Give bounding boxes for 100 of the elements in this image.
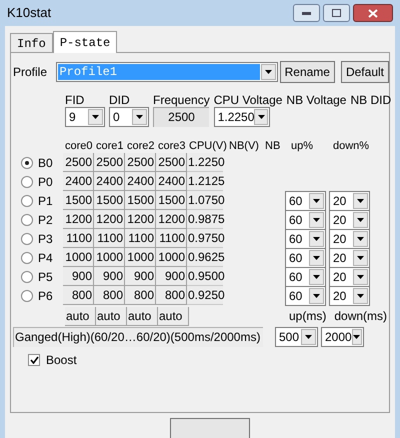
frequency-cell[interactable]: 800 (156, 286, 187, 305)
frequency-cell[interactable]: 2400 (125, 172, 156, 191)
down-dropdown[interactable]: 20 (329, 228, 370, 248)
voltage-cell: 0.9750 (187, 229, 223, 248)
state-radio[interactable] (21, 290, 33, 302)
tab[interactable]: Info (10, 33, 53, 52)
dropdown-arrow-icon (258, 115, 265, 119)
up-ms-dropdown[interactable]: 500 (275, 327, 318, 347)
default-button[interactable]: Default (340, 61, 389, 83)
down-dropdown[interactable]: 20 (329, 248, 370, 268)
frequency-cell[interactable]: 2500 (63, 153, 94, 172)
checkmark-icon (30, 356, 38, 364)
frequency-cell[interactable]: 1100 (94, 229, 125, 248)
state-radio[interactable] (21, 176, 33, 188)
dropdown-arrow-icon (313, 294, 320, 298)
frequency-cell[interactable]: 1200 (156, 210, 187, 229)
state-radio[interactable] (21, 156, 33, 168)
frequency-cell[interactable]: 1200 (63, 210, 94, 229)
column-header: up% (291, 139, 314, 153)
frequency-cell[interactable]: 900 (156, 267, 187, 286)
frequency-cell[interactable]: 2400 (156, 172, 187, 191)
timing-label: up(ms) (289, 308, 326, 325)
frequency-cell[interactable]: 1200 (125, 210, 156, 229)
frequency-cell[interactable]: 1500 (125, 191, 156, 210)
frequency-cell[interactable]: 2400 (94, 172, 125, 191)
dropdown-arrow-icon (313, 218, 320, 222)
frequency-cell[interactable]: 800 (94, 286, 125, 305)
dropdown-arrow-icon (357, 294, 364, 298)
voltage-cell: 1.2250 (187, 153, 223, 172)
frequency-cell[interactable]: 900 (63, 267, 94, 286)
state-label: P6 (37, 288, 54, 304)
dropdown-arrow-icon (357, 236, 364, 240)
down-dropdown[interactable]: 20 (329, 190, 370, 210)
frequency-cell[interactable]: 1500 (156, 191, 187, 210)
frequency-cell[interactable]: 1000 (63, 248, 94, 267)
auto-button[interactable]: auto (96, 306, 127, 326)
rename-button[interactable]: Rename (280, 61, 335, 83)
auto-button[interactable]: auto (127, 306, 158, 326)
column-header: core1 (96, 139, 125, 153)
column-header: core3 (158, 139, 187, 153)
window-title: K10stat (7, 4, 52, 22)
column-header: core2 (127, 139, 156, 153)
voltage-cell: 1.2125 (187, 172, 223, 191)
boost-checkbox[interactable] (28, 354, 40, 366)
frequency-cell[interactable]: 1000 (156, 248, 187, 267)
state-radio[interactable] (21, 252, 33, 264)
up-dropdown[interactable]: 60 (285, 228, 326, 248)
dialog-button[interactable] (170, 418, 250, 438)
frequency-cell[interactable]: 2500 (125, 153, 156, 172)
tab[interactable]: P-state (52, 31, 118, 53)
state-radio[interactable] (21, 194, 33, 206)
state-label: P1 (37, 192, 54, 210)
down-ms-dropdown[interactable]: 2000 (321, 327, 364, 347)
up-dropdown[interactable]: 60 (285, 266, 326, 286)
state-radio[interactable] (21, 270, 33, 282)
auto-button[interactable]: auto (158, 306, 189, 326)
down-dropdown[interactable]: 20 (329, 266, 370, 286)
voltage-cell: 0.9875 (187, 210, 223, 229)
frequency-cell[interactable]: 900 (94, 267, 125, 286)
down-dropdown[interactable]: 20 (329, 210, 370, 230)
frequency-cell[interactable]: 2500 (156, 153, 187, 172)
state-label: P4 (37, 250, 54, 266)
frequency-cell[interactable]: 1100 (125, 229, 156, 248)
value-dropdown[interactable]: 0 (109, 107, 149, 127)
frequency-cell[interactable]: 2400 (63, 172, 94, 191)
frequency-cell[interactable]: 800 (125, 286, 156, 305)
frequency-cell[interactable]: 800 (63, 286, 94, 305)
timing-label: down(ms) (334, 308, 388, 325)
frequency-cell[interactable]: 1500 (94, 191, 125, 210)
maximize-button[interactable] (323, 4, 350, 22)
state-label: P2 (37, 212, 54, 228)
up-dropdown[interactable]: 60 (285, 210, 326, 230)
frequency-cell[interactable]: 1500 (63, 191, 94, 210)
frequency-readout: 2500 (153, 107, 209, 127)
dropdown-arrow-icon (357, 274, 364, 278)
frequency-cell[interactable]: 1000 (125, 248, 156, 267)
up-dropdown[interactable]: 60 (285, 286, 326, 306)
frequency-cell[interactable]: 900 (125, 267, 156, 286)
state-label: B0 (37, 154, 54, 172)
state-radio[interactable] (21, 214, 33, 226)
up-dropdown[interactable]: 60 (285, 190, 326, 210)
frequency-cell[interactable]: 1100 (156, 229, 187, 248)
frequency-cell[interactable]: 1200 (94, 210, 125, 229)
state-label: P3 (37, 230, 54, 248)
column-header: NB(V) (229, 139, 260, 153)
minimize-button[interactable] (293, 4, 320, 22)
dropdown-arrow-icon (353, 335, 360, 339)
state-radio[interactable] (21, 232, 33, 244)
close-button[interactable] (353, 4, 393, 22)
maximize-icon (332, 9, 341, 17)
voltage-cell: 1.0750 (187, 191, 223, 210)
value-dropdown[interactable]: 9 (65, 107, 105, 127)
frequency-cell[interactable]: 1100 (63, 229, 94, 248)
auto-button[interactable]: auto (65, 306, 96, 326)
up-dropdown[interactable]: 60 (285, 248, 326, 268)
frequency-cell[interactable]: 1000 (94, 248, 125, 267)
value-dropdown[interactable]: 1.2250 (214, 107, 270, 127)
frequency-cell[interactable]: 2500 (94, 153, 125, 172)
down-dropdown[interactable]: 20 (329, 286, 370, 306)
dropdown-arrow-icon (313, 236, 320, 240)
